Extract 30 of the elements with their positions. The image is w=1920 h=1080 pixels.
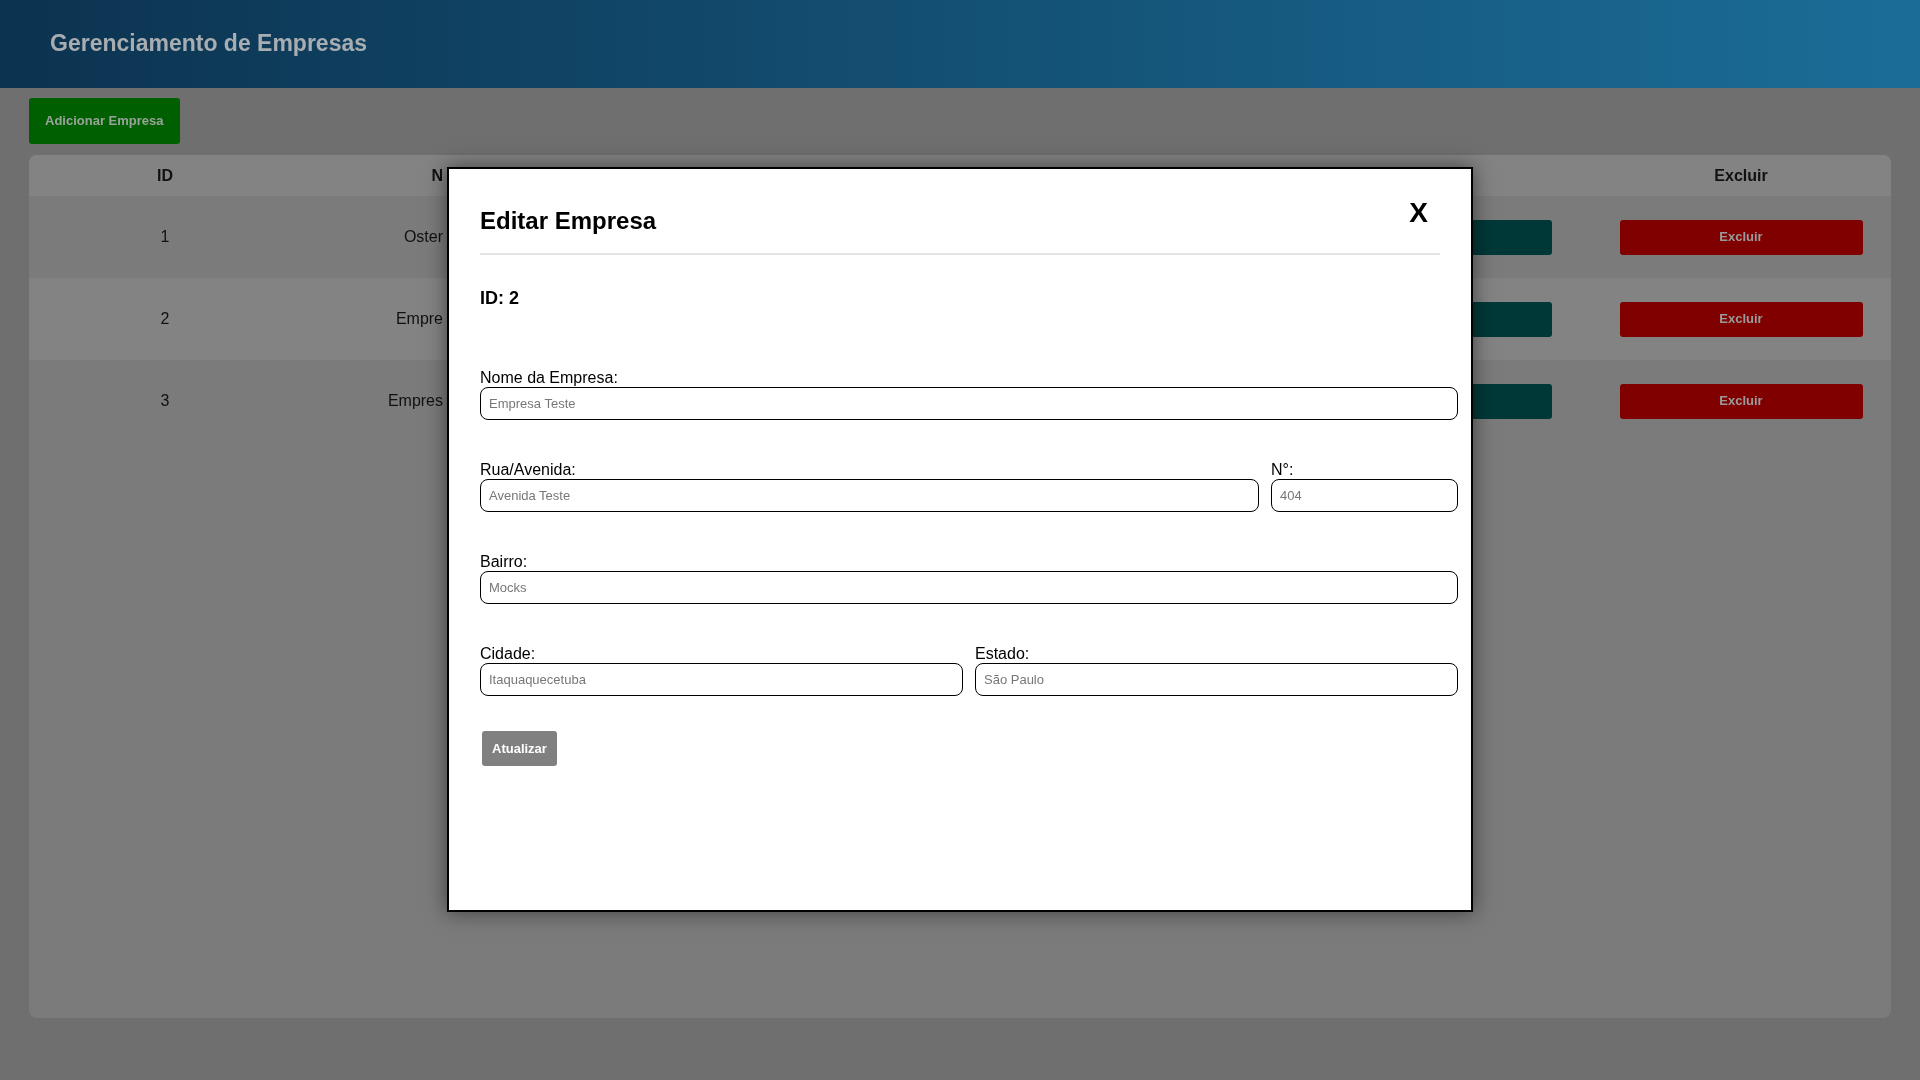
table-cell-text: 1 bbox=[159, 227, 171, 247]
delete-button[interactable]: Excluir bbox=[1619, 301, 1863, 337]
input-field[interactable]: Avenida Teste bbox=[480, 479, 1259, 512]
id-label: ID: 2 bbox=[480, 287, 520, 310]
field-label: Cidade: bbox=[480, 644, 537, 663]
input-field[interactable]: Itaquaquecetuba bbox=[480, 663, 963, 696]
delete-button[interactable]: Excluir bbox=[1619, 383, 1863, 419]
column-header: N bbox=[431, 165, 443, 186]
table-cell-text: Oster bbox=[403, 227, 443, 247]
add-company-button[interactable]: Adicionar Empresa bbox=[29, 98, 180, 144]
field-label: Nome da Empresa: bbox=[480, 368, 619, 387]
field-label: Estado: bbox=[975, 644, 1031, 663]
table-cell-text: Empre bbox=[395, 309, 443, 329]
delete-button[interactable]: Excluir bbox=[1619, 219, 1863, 255]
modal-title: Editar Empresa bbox=[480, 207, 657, 236]
column-header: Excluir bbox=[1713, 165, 1769, 186]
field-label: Bairro: bbox=[480, 552, 529, 571]
input-field[interactable]: São Paulo bbox=[975, 663, 1458, 696]
column-header: ID bbox=[156, 165, 174, 186]
table-cell-text: Empres bbox=[387, 391, 443, 411]
field-label: N°: bbox=[1271, 460, 1295, 479]
field-label: Rua/Avenida: bbox=[480, 460, 577, 479]
table-cell-text: 3 bbox=[159, 391, 171, 411]
input-field[interactable]: Mocks bbox=[480, 571, 1458, 604]
input-field[interactable]: Empresa Teste bbox=[480, 387, 1458, 420]
input-field[interactable]: 404 bbox=[1271, 479, 1458, 512]
close-button[interactable]: X bbox=[1397, 199, 1440, 227]
table-cell-text: 2 bbox=[159, 309, 171, 329]
page-title: Gerenciamento de Empresas bbox=[50, 30, 368, 58]
update-button[interactable]: Atualizar bbox=[482, 731, 557, 767]
